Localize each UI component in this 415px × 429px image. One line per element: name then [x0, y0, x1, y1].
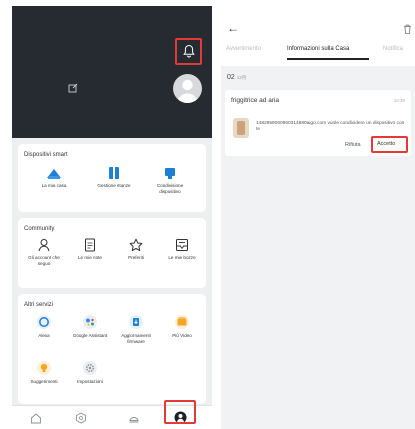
room-management-label: Gestione stanze	[97, 183, 131, 188]
my-notes-button[interactable]: Le mie note	[68, 238, 112, 261]
message-date: 02 12月	[227, 74, 246, 81]
message-tabs: Avvertimento Informazioni sulla Casa Not…	[221, 44, 415, 64]
edit-name-icon[interactable]	[68, 83, 78, 93]
device-sharing-label: Condivisione dispositivo	[156, 183, 184, 194]
settings-gear-icon	[83, 361, 97, 375]
my-drafts-label: Le mie bozze	[168, 255, 196, 260]
message-time: 10:30	[393, 98, 405, 103]
mall-tab-icon[interactable]	[128, 412, 140, 424]
my-home-label: La mia casa	[41, 183, 67, 188]
star-icon	[129, 238, 143, 251]
favorites-label: Preferiti	[128, 255, 144, 260]
home-tab-icon[interactable]	[30, 412, 42, 424]
firmware-update-button[interactable]: Aggiornamenti firmware	[114, 314, 158, 345]
device-sharing-icon	[165, 168, 175, 179]
google-assistant-icon	[83, 315, 97, 329]
message-title: friggitrice ad aria	[231, 97, 280, 104]
tab-home-info[interactable]: Informazioni sulla Casa	[287, 46, 349, 52]
video-icon	[175, 315, 189, 329]
smart-devices-card: Dispositivi smart La mia casa Gestione s…	[18, 144, 206, 212]
google-assistant-button[interactable]: Google Assistant	[68, 314, 112, 339]
lightbulb-icon	[37, 361, 51, 375]
trash-icon[interactable]	[403, 24, 412, 34]
device-sharing-button[interactable]: Condivisione dispositivo	[148, 166, 192, 195]
person-icon	[38, 239, 50, 252]
tips-button[interactable]: Suggerimenti	[22, 360, 66, 385]
message-date-day: 02	[227, 74, 235, 81]
bell-icon	[183, 44, 195, 58]
more-videos-button[interactable]: Più Video	[160, 314, 204, 339]
favorites-button[interactable]: Preferiti	[114, 238, 158, 261]
active-tab-underline	[287, 58, 369, 60]
message-center-header: ← Avvertimento Informazioni sulla Casa N…	[221, 6, 415, 66]
message-date-month: 12月	[236, 75, 247, 80]
share-invitation-card: friggitrice ad aria 10:30 14829580609603…	[225, 90, 411, 156]
google-assistant-label: Google Assistant	[72, 333, 108, 338]
more-videos-label: Più Video	[172, 333, 192, 338]
back-arrow-icon[interactable]: ←	[227, 21, 239, 35]
tab-alerts[interactable]: Avvertimento	[226, 46, 261, 52]
device-tab-icon[interactable]	[75, 412, 87, 424]
message-body: 1482958060960314880aigo.com vuole condiv…	[256, 121, 405, 132]
followed-accounts-label: Gli account che seguo	[28, 255, 60, 266]
room-management-icon	[109, 167, 119, 179]
smart-devices-title: Dispositivi smart	[24, 152, 68, 158]
alexa-icon	[37, 315, 51, 329]
notifications-button[interactable]	[175, 38, 202, 65]
profile-screen: Dispositivi smart La mia casa Gestione s…	[12, 6, 212, 429]
reject-button[interactable]: Rifiuta	[345, 142, 361, 148]
cloud-house-icon	[47, 169, 61, 179]
other-services-title: Altri servizi	[24, 302, 54, 308]
avatar-person-icon	[177, 79, 198, 103]
firmware-update-icon	[129, 315, 143, 329]
settings-label: Impostazioni	[77, 379, 103, 384]
tab-notifications[interactable]: Notifica	[383, 46, 403, 52]
my-notes-label: Le mie note	[77, 255, 102, 260]
my-home-button[interactable]: La mia casa	[32, 166, 76, 189]
community-card: Community Gli account che seguo Le mie n…	[18, 218, 206, 288]
drafts-icon	[176, 239, 188, 251]
accept-button[interactable]: Accetto	[371, 136, 408, 153]
accept-label: Accetto	[377, 141, 396, 147]
settings-button[interactable]: Impostazioni	[68, 360, 112, 385]
other-services-card: Altri servizi Alexa Google Assistant Agg…	[18, 294, 206, 404]
followed-accounts-button[interactable]: Gli account che seguo	[22, 238, 66, 267]
alexa-label: Alexa	[38, 333, 50, 338]
my-drafts-button[interactable]: Le mie bozze	[160, 238, 204, 261]
air-fryer-thumbnail	[233, 118, 249, 138]
alexa-button[interactable]: Alexa	[22, 314, 66, 339]
message-center-screen: ← Avvertimento Informazioni sulla Casa N…	[221, 6, 415, 429]
firmware-update-label: Aggiornamenti firmware	[121, 333, 151, 344]
community-title: Community	[24, 226, 55, 232]
room-management-button[interactable]: Gestione stanze	[92, 166, 136, 189]
profile-header	[12, 6, 212, 138]
me-tab-highlight	[164, 400, 196, 424]
notes-icon	[85, 238, 95, 252]
tips-label: Suggerimenti	[30, 379, 58, 384]
avatar[interactable]	[173, 74, 202, 103]
